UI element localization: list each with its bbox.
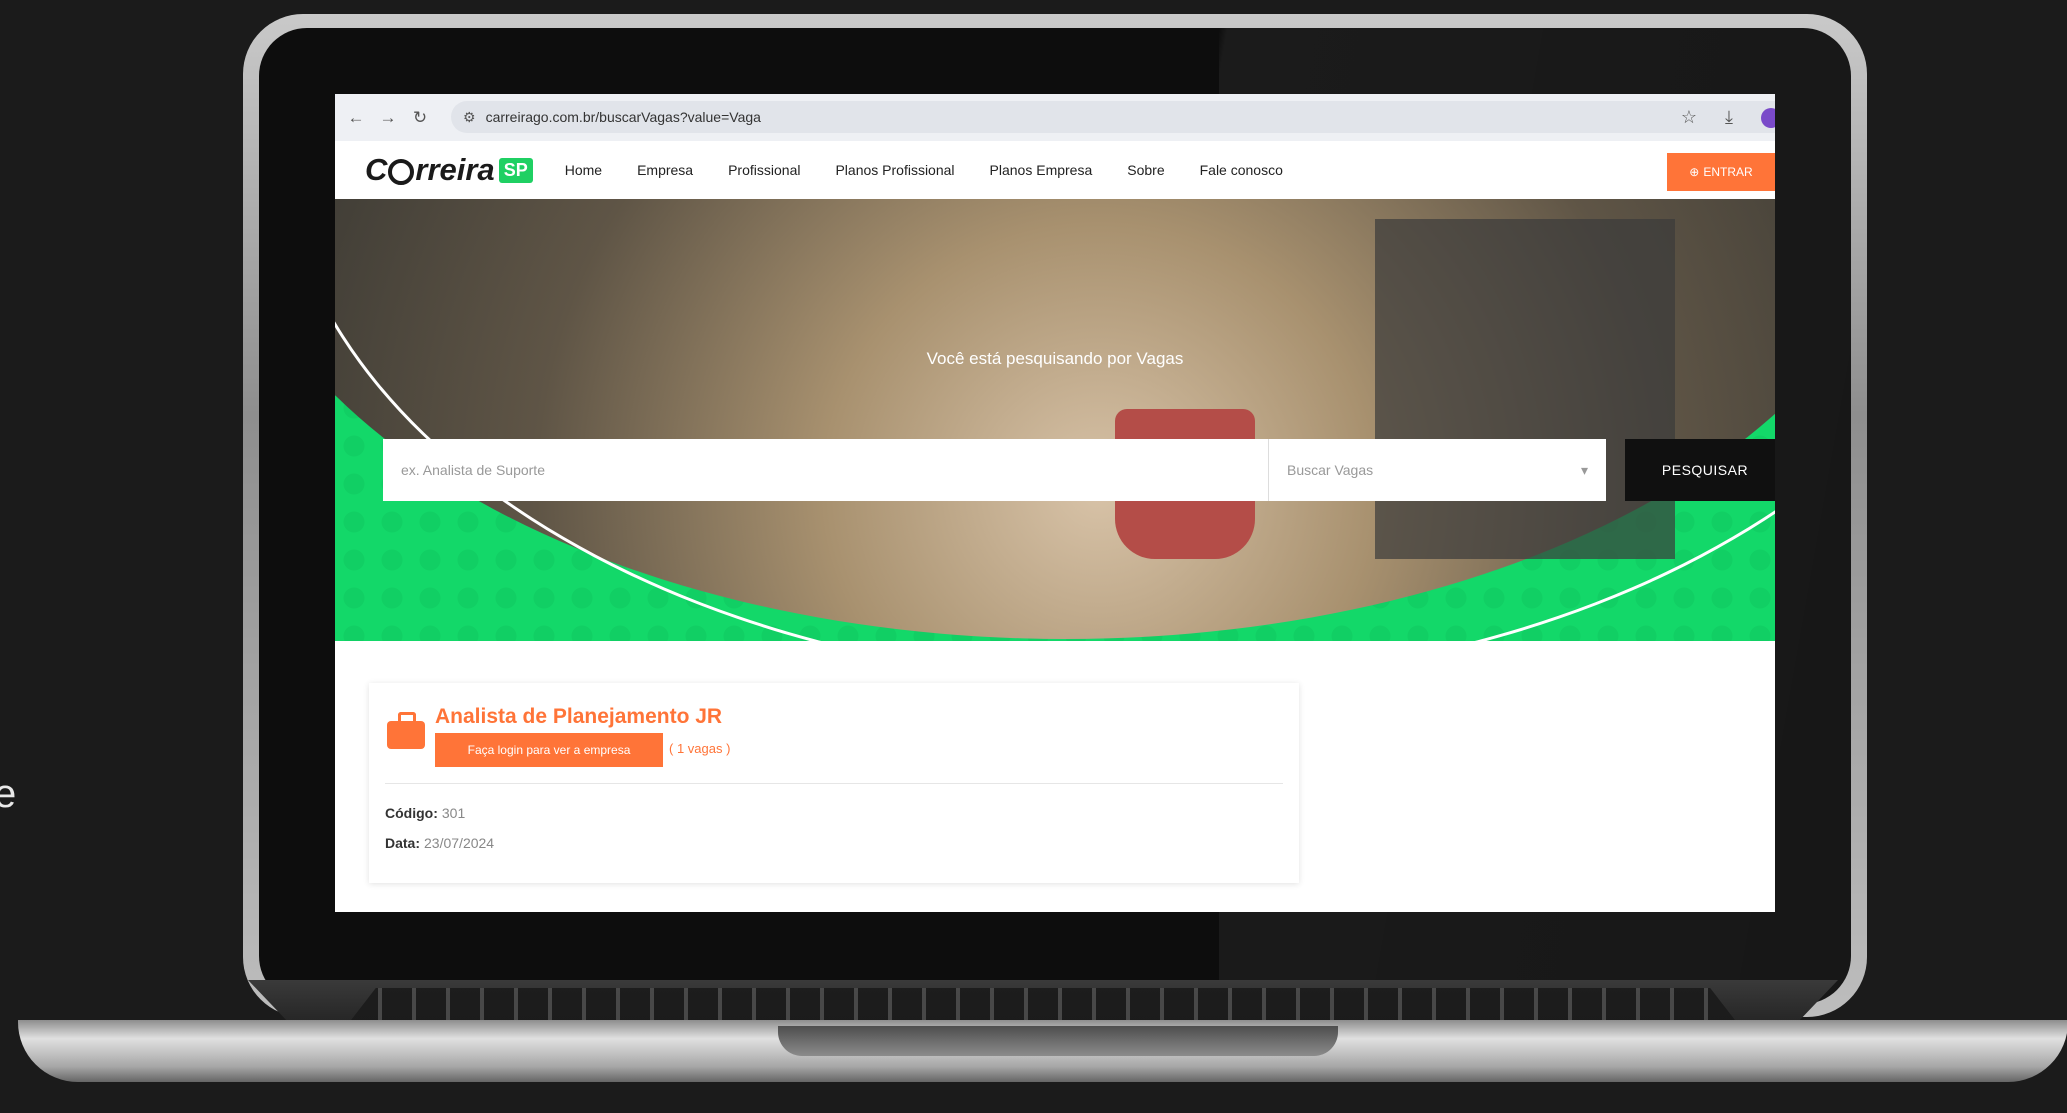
search-type-value: Buscar Vagas xyxy=(1287,462,1374,478)
job-card[interactable]: Analista de Planejamento JR Faça login p… xyxy=(369,683,1299,883)
login-to-see-company-button[interactable]: Faça login para ver a empresa xyxy=(435,733,663,767)
job-date-label: Data: xyxy=(385,835,421,851)
menu-planos-empresa[interactable]: Planos Empresa xyxy=(990,162,1093,178)
job-date-row: Data: 23/07/2024 xyxy=(385,835,494,851)
hero-banner: Você está pesquisando por Vagas ex. Anal… xyxy=(335,199,1775,641)
keyboard xyxy=(348,988,1738,1024)
tune-icon[interactable]: ⚙ xyxy=(463,109,476,126)
star-icon[interactable]: ☆ xyxy=(1681,107,1697,128)
logo-magnifier-icon xyxy=(388,159,415,185)
back-icon[interactable]: ← xyxy=(345,108,367,128)
profile-icon[interactable] xyxy=(1761,107,1775,128)
address-bar[interactable]: ⚙ carreirago.com.br/buscarVagas?value=Va… xyxy=(451,101,1775,133)
browser-actions: ☆ ⤓ xyxy=(1681,94,1775,141)
enter-label: ENTRAR xyxy=(1703,165,1753,179)
site-header: Crreira SP Home Empresa Profissional Plan… xyxy=(335,141,1775,199)
job-code-row: Código: 301 xyxy=(385,805,465,821)
logo-badge: SP xyxy=(498,157,533,183)
job-code: 301 xyxy=(441,805,466,821)
chevron-down-icon: ▾ xyxy=(1580,461,1588,478)
job-date: 23/07/2024 xyxy=(424,835,495,851)
vacancy-count: ( 1 vagas ) xyxy=(669,741,731,756)
menu-sobre[interactable]: Sobre xyxy=(1127,162,1164,178)
cropped-text: e xyxy=(0,772,17,816)
laptop-base xyxy=(18,980,2067,1113)
results-area: Analista de Planejamento JR Faça login p… xyxy=(335,641,1775,883)
download-icon[interactable]: ⤓ xyxy=(1725,107,1733,128)
menu-home[interactable]: Home xyxy=(565,162,602,178)
logo-text-end: rreira xyxy=(415,152,495,187)
laptop-notch xyxy=(778,1026,1338,1056)
search-button[interactable]: PESQUISAR xyxy=(1625,439,1775,501)
reload-icon[interactable]: ↻ xyxy=(409,108,431,128)
menu-empresa[interactable]: Empresa xyxy=(637,162,693,178)
browser-toolbar: ← → ↻ ⚙ carreirago.com.br/buscarVagas?va… xyxy=(335,94,1775,141)
search-type-select[interactable]: Buscar Vagas ▾ xyxy=(1268,439,1606,501)
enter-button[interactable]: ⊕ ENTRAR xyxy=(1667,153,1775,191)
menu-planos-profissional[interactable]: Planos Profissional xyxy=(835,162,954,178)
menu-profissional[interactable]: Profissional xyxy=(728,162,800,178)
screen: ← → ↻ ⚙ carreirago.com.br/buscarVagas?va… xyxy=(335,94,1775,912)
hero-message: Você está pesquisando por Vagas xyxy=(926,349,1184,368)
forward-icon[interactable]: → xyxy=(377,108,399,128)
search-input[interactable]: ex. Analista de Suporte xyxy=(383,439,1268,501)
divider xyxy=(385,783,1283,784)
logo[interactable]: Crreira SP xyxy=(365,152,533,188)
login-icon: ⊕ xyxy=(1689,165,1700,179)
url-text: carreirago.com.br/buscarVagas?value=Vaga xyxy=(485,109,761,125)
logo-text-start: C xyxy=(365,152,388,187)
search-bar: ex. Analista de Suporte Buscar Vagas ▾ P… xyxy=(383,439,1775,501)
menu-fale-conosco[interactable]: Fale conosco xyxy=(1200,162,1283,178)
briefcase-icon xyxy=(387,712,425,749)
job-title[interactable]: Analista de Planejamento JR xyxy=(435,705,722,729)
main-menu: Home Empresa Profissional Planos Profiss… xyxy=(565,162,1318,178)
job-code-label: Código: xyxy=(385,805,438,821)
